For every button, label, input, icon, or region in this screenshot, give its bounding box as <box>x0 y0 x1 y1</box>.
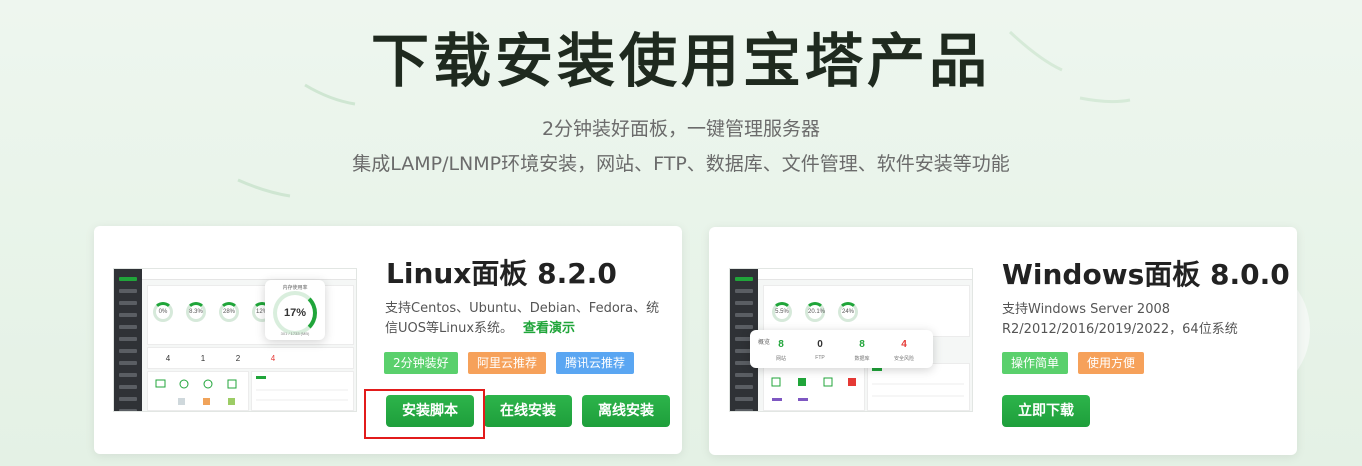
traffic-chart <box>256 376 348 401</box>
linux-product-title: Linux面板 8.2.0 <box>386 257 617 290</box>
overview-popup: 概览 8 网站 0 FTP 8 数据库 4 安全风险 <box>750 330 933 368</box>
download-now-button[interactable]: 立即下载 <box>1002 395 1090 427</box>
memory-usage-popup: 内存使用率 17% 301 / 1733 (MB) <box>265 280 325 340</box>
linux-description: 支持Centos、Ubuntu、Debian、Fedora、统信UOS等Linu… <box>385 299 669 339</box>
screenshot-traffic-panel <box>251 371 354 411</box>
highlight-box <box>364 389 485 439</box>
windows-description-line-1: 支持Windows Server 2008 <box>1002 302 1171 317</box>
screenshot-ring: 8.3% <box>186 302 206 322</box>
software-icons <box>771 377 856 401</box>
overview-stat-label: 安全风险 <box>893 356 914 362</box>
screenshot-ring: 5.5% <box>772 302 792 322</box>
windows-product-title: Windows面板 8.0.0 <box>1002 258 1290 291</box>
tag-aliyun-recommend: 阿里云推荐 <box>468 352 547 374</box>
screenshot-ring: 20.1% <box>805 302 825 322</box>
overview-stat-label: 数据库 <box>854 356 870 362</box>
screenshot-traffic-panel <box>867 363 970 411</box>
popup-title: 内存使用率 <box>282 285 308 291</box>
screenshot-topbar <box>758 269 972 280</box>
overview-stat-value: 8 <box>859 339 865 350</box>
screenshot-stat: 1 <box>200 354 206 363</box>
page-title: 下载安装使用宝塔产品 <box>370 27 991 95</box>
screenshot-stat: 4 <box>165 354 171 363</box>
overview-stat-value: 0 <box>817 339 823 350</box>
windows-panel-card: 5.5% 20.1% 24% 概览 8 网站 0 FTP 8 数据库 4 安全风… <box>709 227 1297 455</box>
popup-detail: 301 / 1733 (MB) <box>280 331 310 336</box>
popup-ring: 17% <box>273 291 317 335</box>
subtitle-line-1: 2分钟装好面板，一键管理服务器 <box>541 118 821 140</box>
traffic-chart <box>872 368 964 397</box>
windows-description-line-2: R2/2012/2016/2019/2022，64位系统 <box>1002 322 1238 337</box>
offline-install-button[interactable]: 离线安装 <box>582 395 670 427</box>
screenshot-ring: 28% <box>219 302 239 322</box>
screenshot-stat: 4 <box>270 354 276 363</box>
view-demo-link[interactable]: 查看演示 <box>523 321 575 336</box>
screenshot-ring: 0% <box>153 302 173 322</box>
tag-install-fast: 2分钟装好 <box>384 352 458 374</box>
online-install-button[interactable]: 在线安装 <box>484 395 572 427</box>
tag-tencent-recommend: 腾讯云推荐 <box>556 352 635 374</box>
screenshot-sidebar <box>114 269 142 411</box>
screenshot-ring: 24% <box>838 302 858 322</box>
tag-easy-to-use: 使用方便 <box>1078 352 1145 374</box>
overview-stat-label: 网站 <box>775 356 786 362</box>
software-icons <box>155 379 237 405</box>
subtitle-line-2: 集成LAMP/LNMP环境安装，网站、FTP、数据库、文件管理、软件安装等功能 <box>352 153 1010 175</box>
overview-stat-value: 8 <box>778 339 784 350</box>
screenshot-topbar <box>142 269 356 280</box>
tag-easy-to-operate: 操作简单 <box>1002 352 1069 374</box>
screenshot-software-panel <box>147 371 249 411</box>
overview-stat-value: 4 <box>901 339 907 350</box>
screenshot-stats-panel: 4 1 2 4 <box>147 347 354 369</box>
screenshot-software-panel <box>763 363 865 411</box>
overview-stat-label: FTP <box>815 355 825 361</box>
screenshot-stat: 2 <box>235 354 241 363</box>
